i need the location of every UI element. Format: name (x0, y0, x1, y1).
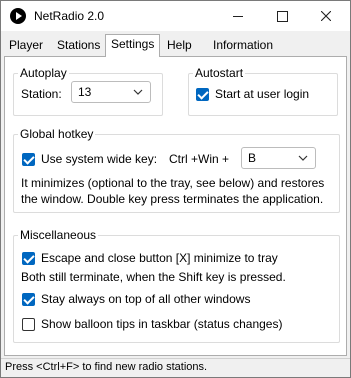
settings-panel: Autoplay Station: 13 Autostart Start at … (4, 56, 347, 356)
title-bar[interactable]: NetRadio 2.0 (1, 1, 350, 31)
escape-minimize-label[interactable]: Escape and close button [X] minimize to … (41, 251, 278, 265)
chevron-down-icon (298, 155, 308, 161)
balloon-tips-label[interactable]: Show balloon tips in taskbar (status cha… (41, 317, 282, 331)
station-select[interactable]: 13 (71, 81, 151, 103)
shift-key-note: Both still terminate, when the Shift key… (21, 270, 286, 284)
window-title: NetRadio 2.0 (34, 9, 105, 23)
maximize-button[interactable] (260, 1, 304, 31)
tab-information[interactable]: Information (208, 36, 278, 56)
tab-help[interactable]: Help (162, 36, 197, 56)
autostart-label[interactable]: Start at user login (215, 87, 309, 101)
hotkey-checkbox[interactable] (22, 153, 35, 166)
close-icon (321, 11, 331, 21)
station-label: Station: (21, 87, 62, 101)
balloon-tips-checkbox[interactable] (22, 318, 35, 331)
autoplay-legend: Autoplay (20, 66, 67, 80)
hotkey-checkbox-label[interactable]: Use system wide key: (41, 152, 157, 166)
always-on-top-label[interactable]: Stay always on top of all other windows (41, 292, 250, 306)
tab-settings[interactable]: Settings (105, 34, 161, 57)
hotkey-description-line2: the window. Double key press terminates … (21, 192, 324, 206)
status-text: Press <Ctrl+F> to find new radio station… (5, 361, 208, 373)
tab-player[interactable]: Player (4, 36, 48, 56)
tab-bar: Player Stations Settings Help Informatio… (1, 31, 350, 57)
station-select-value: 13 (78, 85, 92, 99)
miscellaneous-legend: Miscellaneous (20, 228, 97, 242)
autostart-legend: Autostart (195, 66, 244, 80)
hotkey-key-value: B (248, 151, 257, 165)
global-hotkey-legend: Global hotkey (20, 127, 94, 141)
status-bar: Press <Ctrl+F> to find new radio station… (1, 358, 350, 377)
chevron-down-icon (133, 89, 143, 95)
tab-stations[interactable]: Stations (52, 36, 105, 56)
app-play-icon (10, 8, 26, 24)
app-window: NetRadio 2.0 Player Stations Settings He… (0, 0, 351, 378)
hotkey-modifiers: Ctrl +Win + (169, 152, 230, 166)
always-on-top-checkbox[interactable] (22, 293, 35, 306)
escape-minimize-checkbox[interactable] (22, 252, 35, 265)
hotkey-description-line1: It minimizes (optional to the tray, see … (21, 176, 325, 190)
hotkey-key-select[interactable]: B (241, 147, 316, 169)
close-button[interactable] (304, 1, 348, 31)
autostart-checkbox[interactable] (196, 88, 209, 101)
minimize-button[interactable] (216, 1, 260, 31)
